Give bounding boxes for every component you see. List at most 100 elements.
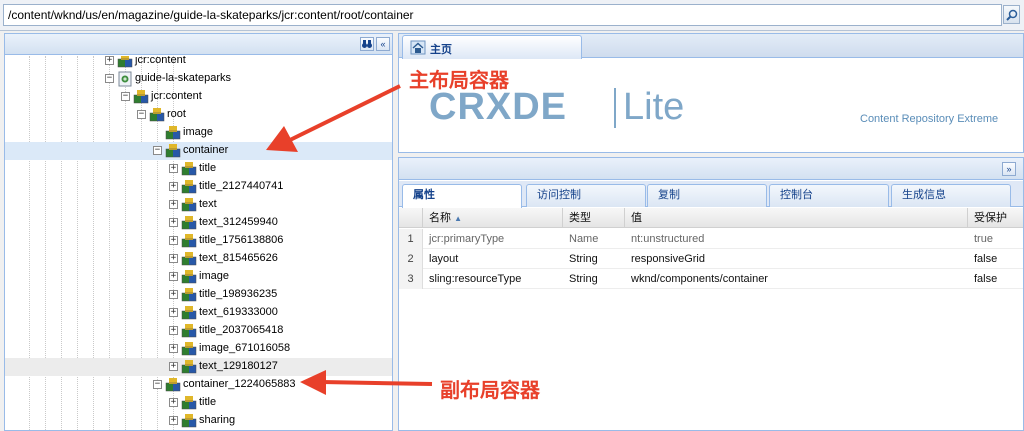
go-button[interactable] [1003,5,1020,24]
tree-node[interactable]: − container_1224065883 [5,376,392,394]
binoculars-icon[interactable] [360,37,374,51]
tree-node[interactable]: + text [5,196,392,214]
tree-node[interactable]: − root [5,106,392,124]
property-row[interactable]: 1 jcr:primaryType Name nt:unstructured true [399,229,1023,249]
tab-home[interactable]: 主页 [402,35,582,59]
tree-node-label: image_671016058 [199,342,291,354]
properties-tab[interactable]: 复制 [647,184,767,207]
tree-node[interactable]: + title_2037065418 [5,322,392,340]
property-value: responsiveGrid [631,253,705,265]
expand-icon[interactable]: + [169,164,178,173]
tree-node-label: image [199,270,229,282]
path-input[interactable]: /content/wknd/us/en/magazine/guide-la-sk… [3,4,1002,26]
tree-node-label: jcr:content [135,56,186,66]
tree-node-label: jcr:content [151,90,202,102]
expand-icon[interactable]: + [169,254,178,263]
expand-icon[interactable]: + [169,308,178,317]
property-row[interactable]: 2 layout String responsiveGrid false [399,249,1023,269]
tree-node-label: text_129180127 [199,360,278,372]
property-protected: false [974,253,998,265]
expand-icon[interactable]: + [105,56,114,65]
expand-icon[interactable]: + [169,398,178,407]
annotation-secondary-container: 副布局容器 [440,378,540,402]
collapse-icon[interactable]: − [121,92,130,101]
properties-tab-strip: 属性 访问控制 复制 控制台 生成信息 [399,181,1023,208]
column-header-type[interactable]: 类型 [563,208,625,228]
expand-icon[interactable]: + [169,218,178,227]
collapse-icon[interactable]: − [153,146,162,155]
node-icon [181,252,197,266]
node-icon [181,216,197,230]
row-number: 3 [399,269,423,289]
expand-icon[interactable]: + [169,344,178,353]
row-number-header [399,208,423,228]
tree-node-label: text_815465626 [199,252,278,264]
expand-icon[interactable]: + [169,362,178,371]
tree-node[interactable]: + text_815465626 [5,250,392,268]
property-row[interactable]: 3 sling:resourceType String wknd/components… [399,269,1023,289]
sort-asc-icon: ▲ [454,214,462,223]
properties-tab[interactable]: 生成信息 [891,184,1011,207]
column-header-protected[interactable]: 受保护 [968,208,1023,228]
node-icon [181,414,197,428]
tree-node-label: guide-la-skateparks [135,72,231,84]
node-icon [165,126,181,140]
expand-icon[interactable]: + [169,182,178,191]
property-name: jcr:primaryType [429,233,505,245]
tree-node[interactable]: + title_1756138806 [5,232,392,250]
editor-tab-strip: 主页 [399,34,1023,59]
tree-node[interactable]: + title [5,160,392,178]
home-panel: 主页 CRXDE Lite Content Repository Extreme [398,33,1024,153]
node-icon [181,288,197,302]
node-icon [181,198,197,212]
tree-node[interactable]: + image [5,268,392,286]
properties-tab[interactable]: 控制台 [769,184,889,207]
tree-node-label: container_1224065883 [183,378,296,390]
expand-icon[interactable]: + [169,272,178,281]
page-icon [118,71,132,87]
chevron-double-down-icon[interactable]: » [1002,162,1016,176]
tree-node-label: text [199,198,217,210]
property-value: nt:unstructured [631,233,705,245]
tree-node[interactable]: − guide-la-skateparks [5,70,392,88]
expand-icon[interactable]: + [169,236,178,245]
node-icon [181,360,197,374]
tree-node-label: title_1756138806 [199,234,284,246]
expand-icon[interactable]: + [169,200,178,209]
collapse-icon[interactable]: − [153,380,162,389]
collapse-icon[interactable]: − [105,74,114,83]
expand-icon[interactable]: + [169,416,178,425]
tree-node[interactable]: image [5,124,392,142]
node-icon [165,378,181,392]
tree-node[interactable]: − jcr:content [5,88,392,106]
property-type: String [569,273,598,285]
node-icon [117,56,133,68]
tree-node[interactable]: + title_198936235 [5,286,392,304]
node-icon [181,324,197,338]
property-name: layout [429,253,459,265]
tree-node[interactable]: + sharing [5,412,392,430]
tab-home-label: 主页 [430,44,452,56]
node-icon [149,108,165,122]
address-bar: /content/wknd/us/en/magazine/guide-la-sk… [0,0,1024,31]
column-header-value[interactable]: 值 [625,208,968,228]
tree-node[interactable]: + jcr:content [5,56,392,70]
tree-node[interactable]: + image_671016058 [5,340,392,358]
collapse-left-icon[interactable]: « [376,37,390,51]
node-icon [181,270,197,284]
column-header-name[interactable]: 名称 ▲ [423,208,563,228]
tree-node-label: title [199,162,217,174]
tree-node-label: title_2037065418 [199,324,284,336]
tree-node[interactable]: + title [5,394,392,412]
node-icon [181,396,197,410]
properties-tab[interactable]: 访问控制 [526,184,646,207]
properties-tab[interactable]: 属性 [402,184,522,208]
expand-icon[interactable]: + [169,326,178,335]
expand-icon[interactable]: + [169,290,178,299]
tree-node[interactable]: + text_312459940 [5,214,392,232]
tree-node[interactable]: + title_2127440741 [5,178,392,196]
tree-node[interactable]: − container [5,142,392,160]
tree-node[interactable]: + text_129180127 [5,358,392,376]
tree-node[interactable]: + text_619333000 [5,304,392,322]
collapse-icon[interactable]: − [137,110,146,119]
